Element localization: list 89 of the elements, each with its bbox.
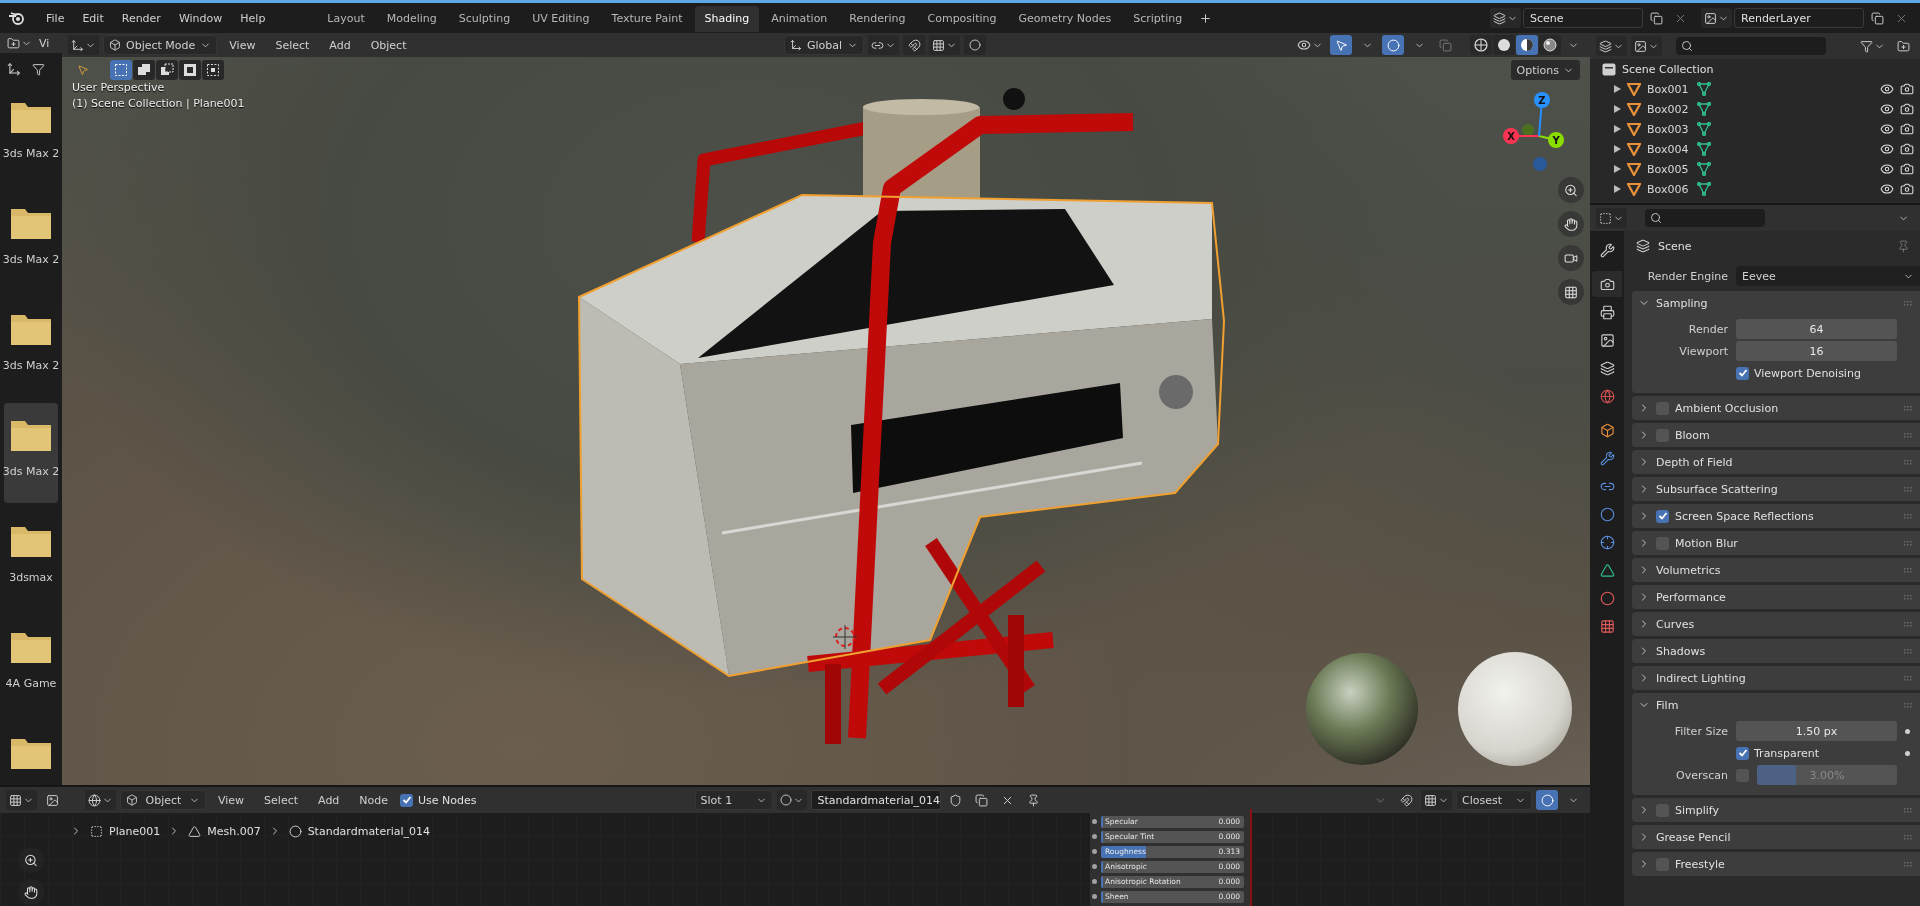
checkbox-label: Use Nodes <box>418 793 477 807</box>
axis-handle[interactable]: Z <box>1534 92 1550 137</box>
number-field[interactable]: 1.50 px <box>1736 721 1897 741</box>
panel-header[interactable]: Bloom <box>1632 423 1920 447</box>
panel-header[interactable]: Grease Pencil <box>1632 825 1920 849</box>
workspace-tab[interactable]: Geometry Nodes <box>1008 5 1122 32</box>
slot-dropdown[interactable]: Slot 1 <box>694 790 773 810</box>
context-title: Scene <box>1658 239 1693 253</box>
collection-name[interactable]: Scene Collection <box>1622 62 1714 76</box>
checkbox-label: Transparent <box>1754 746 1820 760</box>
object-type-dropdown[interactable]: Object <box>120 790 206 810</box>
checkbox-label: Viewport Denoising <box>1754 366 1861 380</box>
workspace-tab[interactable]: Sculpting <box>448 5 521 32</box>
menu-item[interactable]: View <box>221 35 264 55</box>
folder-item[interactable]: 3ds Max 2 <box>4 85 58 185</box>
folder-item[interactable]: 4A Game <box>4 615 58 715</box>
menu-item[interactable]: Object <box>362 35 415 55</box>
options-button[interactable]: Options <box>1510 60 1580 80</box>
scene-name-field[interactable]: Scene <box>1523 8 1643 28</box>
panel-header[interactable]: Simplify <box>1632 798 1920 822</box>
menu-item[interactable]: Node <box>351 790 397 810</box>
workspace-tab[interactable]: Compositing <box>917 5 1007 32</box>
field-label: Overscan <box>1675 768 1728 782</box>
outliner-item-name[interactable]: Box001 <box>1647 82 1691 96</box>
menu-item[interactable]: Help <box>232 8 274 28</box>
view-layer-name-field[interactable]: RenderLayer <box>1734 8 1864 28</box>
breadcrumb-text: Plane001 <box>109 825 161 838</box>
folder-name: 3ds Max 2 <box>2 147 60 160</box>
panel-header[interactable]: Screen Space Reflections <box>1632 504 1920 528</box>
outliner-item-name[interactable]: Box004 <box>1647 142 1691 156</box>
folder-item[interactable]: 3ds Max 2 <box>4 297 58 397</box>
folder-name: 3ds Max 2 <box>2 359 60 372</box>
workspace-tab[interactable]: Scripting <box>1123 5 1193 32</box>
outliner-item-name[interactable]: Box002 <box>1647 102 1691 116</box>
number-field[interactable]: 16 <box>1736 341 1897 361</box>
material-name-field[interactable]: Standardmaterial_014 <box>810 790 941 810</box>
outliner-item-name[interactable]: Box006 <box>1647 182 1691 196</box>
menu-item[interactable]: Select <box>256 790 307 810</box>
menu-item[interactable]: View <box>210 790 253 810</box>
panel-header[interactable]: Performance <box>1632 585 1920 609</box>
render-engine-dropdown[interactable]: Eevee <box>1736 266 1920 286</box>
panel-header[interactable]: Subsurface Scattering <box>1632 477 1920 501</box>
folder-name: 4A Game <box>5 677 57 690</box>
panel-header[interactable]: Sampling <box>1632 291 1920 315</box>
workspace-tab[interactable]: UV Editing <box>522 5 600 32</box>
panel-header[interactable]: Indirect Lighting <box>1632 666 1920 690</box>
folder-name: 3ds Max 2 <box>2 253 60 266</box>
breadcrumb-text: Standardmaterial_014 <box>307 825 431 838</box>
panel-header[interactable]: Curves <box>1632 612 1920 636</box>
viewport-info-text: User Perspective <box>72 81 166 94</box>
panel-header[interactable]: Depth of Field <box>1632 450 1920 474</box>
workspace-tab[interactable]: Animation <box>761 5 838 32</box>
folder-item[interactable]: 3ds Max 2 <box>4 403 58 503</box>
menu-item[interactable]: File <box>38 8 73 28</box>
folder-name: 3ds Max 2 <box>2 465 60 478</box>
interpolation-dropdown[interactable]: Closest <box>1456 790 1532 810</box>
field-label: Viewport <box>1678 344 1728 358</box>
workspace-tab[interactable]: Texture Paint <box>601 5 693 32</box>
workspace-tab[interactable]: Layout <box>317 5 375 32</box>
menu-item[interactable]: Select <box>267 35 318 55</box>
panel-header[interactable]: Freestyle <box>1632 852 1920 876</box>
breadcrumb-text: Mesh.007 <box>207 825 261 838</box>
field-label: Render Engine <box>1646 269 1728 283</box>
folder-item[interactable]: 3dsmax <box>4 509 58 609</box>
menu-item[interactable]: Add <box>321 35 359 55</box>
panel-header[interactable]: Film <box>1632 693 1920 717</box>
workspace-tab[interactable]: Rendering <box>839 5 916 32</box>
panel-header[interactable]: Volumetrics <box>1632 558 1920 582</box>
panel-header[interactable]: Ambient Occlusion <box>1632 396 1920 420</box>
number-field[interactable]: 64 <box>1736 319 1897 339</box>
field-label: Filter Size <box>1673 724 1728 738</box>
folder-name: 3dsmax <box>9 571 53 584</box>
workspace-tab[interactable]: Modeling <box>376 5 447 32</box>
workspace-tab[interactable]: Shading <box>694 5 760 32</box>
orientation-dropdown[interactable]: Global <box>783 35 864 55</box>
viewport-info-text: (1) Scene Collection | Plane001 <box>72 97 245 110</box>
outliner-item-name[interactable]: Box005 <box>1647 162 1691 176</box>
viewport[interactable]: Object Mode View Select Add Object Global Options User Perspective (1) Scene Collection | Plane001 X Y Z <box>62 33 1590 785</box>
outliner-item-name[interactable]: Box003 <box>1647 122 1691 136</box>
axis-handle[interactable]: X <box>1503 128 1540 144</box>
menu-item[interactable]: Window <box>170 8 231 28</box>
menu-item[interactable]: Add <box>310 790 348 810</box>
panel-header[interactable]: Motion Blur <box>1632 531 1920 555</box>
menu-item[interactable]: Edit <box>74 8 112 28</box>
panel-header[interactable]: Shadows <box>1632 639 1920 663</box>
folder-item[interactable]: 3ds Max 2 <box>4 191 58 291</box>
field-label: Render <box>1687 322 1728 336</box>
menu-item[interactable]: Render <box>113 8 169 28</box>
mode-dropdown[interactable]: Object Mode <box>103 35 218 55</box>
